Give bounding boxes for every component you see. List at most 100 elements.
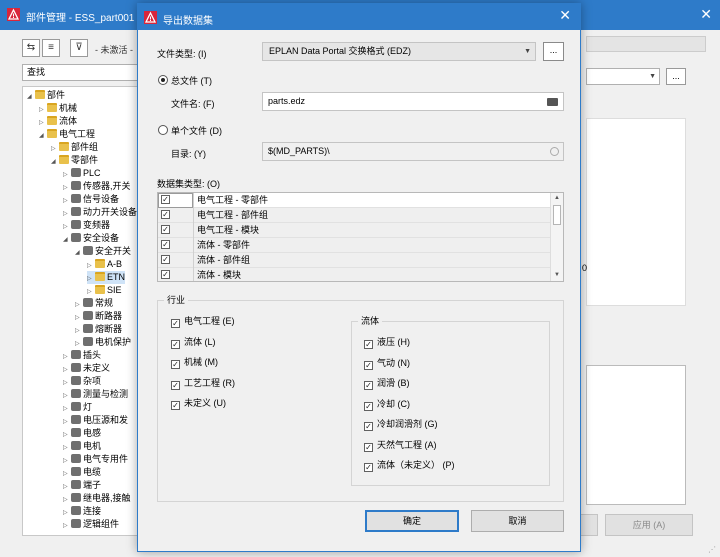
tree-item[interactable]: ▷ 电机: [63, 440, 101, 453]
tree-item[interactable]: ▷ 电气专用件: [63, 453, 128, 466]
industry-checkbox-row[interactable]: ✓ 机械 (M): [171, 355, 218, 369]
tree-item[interactable]: ▷ A-B: [87, 258, 122, 271]
industry-checkbox-label[interactable]: 电气工程 (E): [184, 316, 235, 326]
fluid-checkbox-label[interactable]: 流体（未定义） (P): [377, 460, 455, 470]
tree-collapse-icon[interactable]: ◢: [27, 91, 35, 104]
properties-more-button[interactable]: ...: [666, 68, 686, 85]
dataset-type-checkbox[interactable]: ✓: [161, 240, 170, 249]
fluid-checkbox[interactable]: ✓: [364, 340, 373, 349]
dataset-type-list[interactable]: ✓ 电气工程 - 零部件 ✓ 电气工程 - 部件组 ✓ 电气工程 - 模块 ✓ 流体 - 零部…: [157, 192, 564, 282]
folder-open-icon[interactable]: [547, 98, 558, 106]
filter-icon[interactable]: ⊽: [70, 39, 88, 57]
fluid-checkbox-label[interactable]: 冷却 (C): [377, 399, 410, 409]
tree-item[interactable]: ◢ 安全开关: [75, 245, 131, 258]
dataset-type-checkbox[interactable]: ✓: [161, 210, 170, 219]
dataset-type-row[interactable]: ✓ 电气工程 - 零部件: [158, 193, 551, 208]
tree-collapse-icon[interactable]: ◢: [39, 130, 47, 143]
resize-grip-icon[interactable]: ⋰: [708, 545, 716, 554]
industry-checkbox-label[interactable]: 未定义 (U): [184, 398, 226, 408]
tree-item[interactable]: ▷ SIE: [87, 284, 122, 297]
apply-button[interactable]: 应用 (A): [605, 514, 693, 536]
total-file-radio[interactable]: [158, 75, 168, 85]
industry-checkbox-row[interactable]: ✓ 工艺工程 (R): [171, 376, 235, 390]
dataset-type-row[interactable]: ✓ 流体 - 部件组: [158, 253, 551, 268]
industry-checkbox[interactable]: ✓: [171, 360, 180, 369]
tree-item[interactable]: ▷ 逻辑组件: [63, 518, 119, 531]
industry-checkbox-label[interactable]: 流体 (L): [184, 337, 216, 347]
tree-item[interactable]: ▷ 机械: [39, 102, 77, 115]
tree-item[interactable]: ▷ 插头: [63, 349, 101, 362]
industry-checkbox-row[interactable]: ✓ 电气工程 (E): [171, 314, 235, 328]
filename-input[interactable]: parts.edz: [262, 92, 564, 111]
tree-item[interactable]: ▷ 继电器,接触: [63, 492, 131, 505]
single-file-label[interactable]: 单个文件 (D): [171, 124, 222, 137]
close-button-partial[interactable]: [580, 514, 598, 536]
file-type-select[interactable]: EPLAN Data Portal 交换格式 (EDZ) ▼: [262, 42, 536, 61]
tree-item[interactable]: ▷ 测量与检测: [63, 388, 128, 401]
fluid-checkbox[interactable]: ✓: [364, 463, 373, 472]
fluid-checkbox-label[interactable]: 润滑 (B): [377, 378, 410, 388]
dialog-close-icon[interactable]: ✕: [559, 8, 571, 22]
browse-icon[interactable]: [550, 147, 559, 156]
fluid-checkbox-row[interactable]: ✓ 气动 (N): [364, 356, 410, 370]
scroll-down-icon[interactable]: ▼: [551, 270, 563, 281]
fluid-checkbox[interactable]: ✓: [364, 442, 373, 452]
tree-item[interactable]: ▷ 杂项: [63, 375, 101, 388]
fluid-checkbox-row[interactable]: ✓ 润滑 (B): [364, 376, 410, 390]
tree-item[interactable]: ◢ 安全设备: [63, 232, 119, 245]
tree-item[interactable]: ▷ 动力开关设备: [63, 206, 137, 219]
tree-item[interactable]: ▷ 常规: [75, 297, 113, 310]
tree-item[interactable]: ▷ 流体: [39, 115, 77, 128]
tree-collapse-icon[interactable]: ◢: [51, 156, 59, 169]
list-view-toggle-button[interactable]: ≡: [42, 39, 60, 57]
tree-item[interactable]: ▷ 连接: [63, 505, 101, 518]
tree-item[interactable]: ◢ 部件: [27, 89, 65, 102]
main-window-close-icon[interactable]: ✕: [700, 6, 712, 23]
fluid-checkbox-label[interactable]: 液压 (H): [377, 337, 410, 347]
tree-item[interactable]: ▷ 断路器: [75, 310, 122, 323]
fluid-checkbox-row[interactable]: ✓ 液压 (H): [364, 335, 410, 349]
fluid-checkbox-label[interactable]: 天然气工程 (A): [377, 440, 437, 450]
fluid-checkbox-row[interactable]: ✓ 流体（未定义） (P): [364, 458, 455, 472]
industry-checkbox[interactable]: ✓: [171, 319, 180, 328]
tree-collapse-icon[interactable]: ◢: [75, 247, 83, 260]
ok-button[interactable]: 确定: [365, 510, 459, 532]
scrollbar-thumb[interactable]: [553, 205, 561, 225]
tree-view-toggle-button[interactable]: ⇆: [22, 39, 40, 57]
industry-checkbox[interactable]: ✓: [171, 339, 180, 349]
properties-select[interactable]: ▼: [586, 68, 660, 85]
fluid-checkbox[interactable]: ✓: [364, 422, 373, 431]
scroll-up-icon[interactable]: ▲: [551, 193, 563, 204]
tree-search-input[interactable]: 查找: [22, 64, 140, 81]
industry-checkbox[interactable]: ✓: [171, 380, 180, 390]
fluid-checkbox-label[interactable]: 气动 (N): [377, 358, 410, 368]
tree-item[interactable]: ▷ ETN: [87, 271, 125, 284]
industry-checkbox-label[interactable]: 机械 (M): [184, 357, 218, 367]
tree-item[interactable]: ◢ 零部件: [51, 154, 98, 167]
file-type-more-button[interactable]: ...: [543, 42, 564, 61]
tree-item[interactable]: ▷ 传感器,开关: [63, 180, 131, 193]
tree-item[interactable]: ▷ 变频器: [63, 219, 110, 232]
tree-item[interactable]: ▷ 电感: [63, 427, 101, 440]
tree-item[interactable]: ▷ 电缆: [63, 466, 101, 479]
single-file-radio[interactable]: [158, 125, 168, 135]
dataset-type-row[interactable]: ✓ 流体 - 模块: [158, 268, 551, 281]
tree-item[interactable]: ◢ 电气工程: [39, 128, 95, 141]
dataset-type-checkbox[interactable]: ✓: [161, 270, 170, 279]
tree-item[interactable]: ▷ 电压源和发: [63, 414, 128, 427]
dataset-type-row[interactable]: ✓ 电气工程 - 模块: [158, 223, 551, 238]
tree-item[interactable]: ▷ 部件组: [51, 141, 98, 154]
fluid-checkbox-row[interactable]: ✓ 冷却润滑剂 (G): [364, 417, 438, 431]
tree-item[interactable]: ▷ PLC: [63, 167, 101, 180]
dataset-list-scrollbar[interactable]: ▲ ▼: [550, 193, 563, 281]
fluid-checkbox-row[interactable]: ✓ 天然气工程 (A): [364, 438, 437, 452]
fluid-checkbox[interactable]: ✓: [364, 401, 373, 411]
tree-item[interactable]: ▷ 端子: [63, 479, 101, 492]
tree-item[interactable]: ▷ 未定义: [63, 362, 110, 375]
industry-checkbox-label[interactable]: 工艺工程 (R): [184, 378, 235, 388]
directory-input[interactable]: $(MD_PARTS)\: [262, 142, 564, 161]
tree-item[interactable]: ▷ 熔断器: [75, 323, 122, 336]
fluid-checkbox[interactable]: ✓: [364, 360, 373, 370]
fluid-checkbox[interactable]: ✓: [364, 381, 373, 390]
industry-checkbox[interactable]: ✓: [171, 401, 180, 410]
